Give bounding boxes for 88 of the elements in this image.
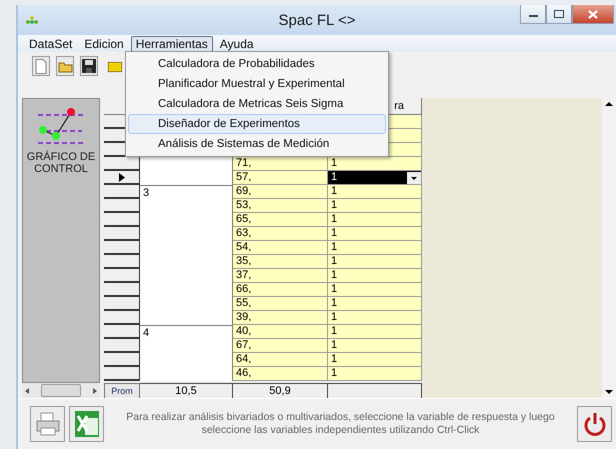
row-header[interactable] <box>104 241 140 255</box>
row-header[interactable] <box>104 283 140 297</box>
maximize-icon <box>554 10 564 18</box>
row-header[interactable] <box>104 269 140 283</box>
power-button[interactable] <box>577 406 612 442</box>
power-icon <box>582 411 606 437</box>
menu-item[interactable]: Edicion <box>79 36 129 52</box>
row-header[interactable] <box>104 213 140 227</box>
minimize-button[interactable] <box>520 5 546 24</box>
menu-item[interactable]: Planificador Muestral y Experimental <box>128 74 386 94</box>
new-file-button[interactable] <box>32 56 50 76</box>
table-cell: 65, <box>233 213 328 227</box>
table-cell: 57, <box>233 171 328 185</box>
row-header[interactable] <box>104 227 140 241</box>
table-cell: 46, <box>233 367 328 381</box>
table-cell: 63, <box>233 227 328 241</box>
document-icon <box>35 58 47 74</box>
menu-item[interactable]: Análisis de Sistemas de Medición <box>128 134 386 154</box>
excel-export-button[interactable] <box>69 406 104 442</box>
row-header[interactable] <box>104 199 140 213</box>
spreadsheet-icon <box>74 410 100 438</box>
table-cell: 71, <box>233 157 328 171</box>
row-header[interactable] <box>104 325 140 339</box>
table-cell: 39, <box>233 311 328 325</box>
ruler-icon <box>108 62 122 72</box>
table-cell: 1 <box>328 241 422 255</box>
row-header[interactable] <box>104 157 140 171</box>
menu-item[interactable]: Diseñador de Experimentos <box>128 114 386 134</box>
table-cell: 1 <box>328 269 422 283</box>
table-cell: 1 <box>328 213 422 227</box>
group-cell: 3 <box>140 185 233 325</box>
row-header[interactable] <box>104 255 140 269</box>
menu-item[interactable]: Calculadora de Probabilidades <box>128 54 386 74</box>
printer-icon <box>34 411 60 437</box>
menu-item[interactable]: Herramientas <box>130 36 213 52</box>
table-cell: 1 <box>328 297 422 311</box>
table-cell: 55, <box>233 297 328 311</box>
table-cell: 1 <box>328 325 422 339</box>
footer-cell: 10,5 <box>140 383 233 399</box>
average-button[interactable]: Prom <box>104 383 140 399</box>
table-cell: 1 <box>328 199 422 213</box>
footer-cell: 50,9 <box>233 383 328 399</box>
scroll-left-icon <box>25 388 29 394</box>
row-header[interactable] <box>104 367 140 381</box>
table-cell: 1 <box>328 367 422 381</box>
table-cell: 40, <box>233 325 328 339</box>
row-header[interactable] <box>104 297 140 311</box>
window-title: Spac FL <> <box>278 12 356 28</box>
close-button[interactable] <box>572 5 614 24</box>
table-cell: 1 <box>328 283 422 297</box>
table-cell: 35, <box>233 255 328 269</box>
row-header[interactable] <box>104 185 140 199</box>
table-cell: 37, <box>233 269 328 283</box>
hint-text: Para realizar análisis bivariados o multivariados, seleccione la variable de respuesta y luego seleccione las variables independientes utilizando Ctrl-Click <box>125 411 556 437</box>
current-row-icon <box>118 172 124 182</box>
table-cell: 1 <box>328 353 422 367</box>
table-cell: 1 <box>328 157 422 171</box>
table-cell: 53, <box>233 199 328 213</box>
control-chart-button[interactable]: GRÁFICO DE CONTROL <box>22 98 100 383</box>
table-cell: 1 <box>328 339 422 353</box>
print-button[interactable] <box>30 406 65 442</box>
horizontal-scrollbar[interactable] <box>22 383 100 398</box>
table-cell: 1 <box>328 311 422 325</box>
save-button[interactable] <box>80 56 98 76</box>
maximize-button[interactable] <box>546 5 572 24</box>
table-cell: 64, <box>233 353 328 367</box>
table-cell: 69, <box>233 185 328 199</box>
row-header[interactable] <box>104 311 140 325</box>
table-cell: 54, <box>233 241 328 255</box>
table-cell: 1 <box>328 227 422 241</box>
row-header[interactable] <box>104 353 140 367</box>
folder-icon <box>58 60 72 72</box>
control-chart-icon <box>36 105 86 147</box>
table-cell: 67, <box>233 339 328 353</box>
row-header[interactable] <box>104 339 140 353</box>
table-cell: 1 <box>328 185 422 199</box>
table-cell: 1 <box>328 255 422 269</box>
row-header[interactable] <box>104 171 140 185</box>
menu-item[interactable]: Ayuda <box>214 36 259 52</box>
menu-item[interactable]: DataSet <box>24 36 78 52</box>
close-icon <box>588 10 598 18</box>
app-icon <box>26 16 38 24</box>
side-panel-label: GRÁFICO DE CONTROL <box>26 151 96 175</box>
dropdown-field[interactable]: 1 <box>328 171 422 185</box>
table-cell: 66, <box>233 283 328 297</box>
scroll-right-icon <box>93 388 97 394</box>
open-button[interactable] <box>56 56 74 76</box>
group-cell: 4 <box>140 325 233 381</box>
